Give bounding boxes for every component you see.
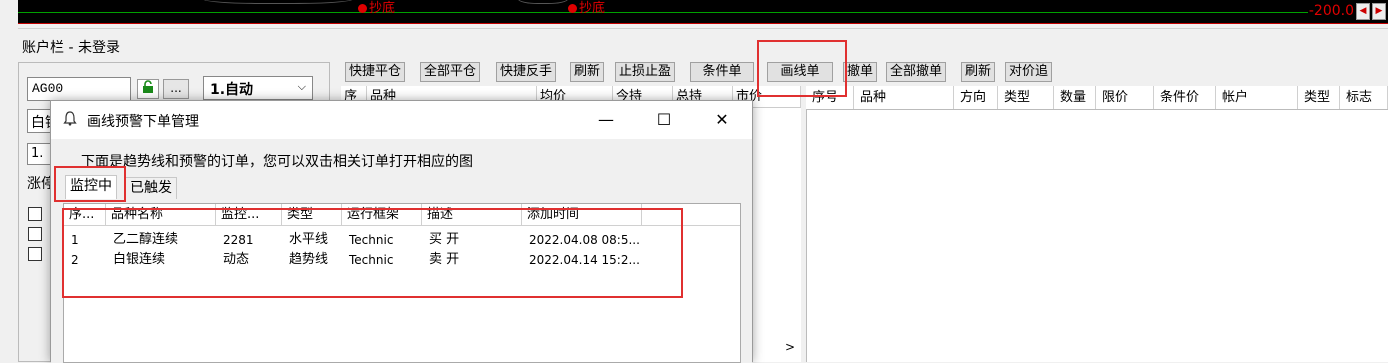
table-row[interactable]: 2 白银连续 动态 趋势线 Technic 卖 开 2022.04.14 15:…: [64, 250, 740, 270]
row-monitor-price: 动态: [223, 252, 250, 267]
option-checkbox[interactable]: [28, 207, 42, 221]
column-header[interactable]: 帐户: [1216, 86, 1298, 109]
column-header[interactable]: 描述: [422, 204, 522, 226]
tab-monitoring[interactable]: 监控中: [65, 175, 117, 199]
orders-table-header: 序号 品种 方向 类型 数量 限价 条件价 帐户 类型 标志: [806, 86, 1388, 110]
option-checkbox[interactable]: [28, 247, 42, 261]
bottom-signal-marker: 抄底: [358, 0, 395, 16]
alert-orders-header: 序... 品种名称 监控... 类型 运行框架 描述 添加时间: [64, 204, 740, 226]
scroll-right-button[interactable]: ▶: [1372, 3, 1386, 20]
minimize-icon[interactable]: —: [583, 107, 629, 133]
row-description: 买 开: [429, 232, 460, 247]
row-symbol: 白银连续: [113, 252, 166, 267]
table-row[interactable]: 1 乙二醇连续 2281 水平线 Technic 买 开 2022.04.08 …: [64, 230, 740, 250]
row-monitor-price: 2281: [223, 233, 254, 247]
alert-orders-table: 序... 品种名称 监控... 类型 运行框架 描述 添加时间 1 乙二醇连续 …: [63, 203, 741, 363]
row-symbol: 乙二醇连续: [113, 232, 179, 247]
row-added-time: 2022.04.14 15:2...: [529, 253, 640, 267]
row-index: 2: [71, 253, 79, 267]
scroll-left-button[interactable]: ◀: [1356, 3, 1370, 20]
account-status-label: 账户栏 - 未登录: [22, 40, 120, 56]
line-alert-order-dialog: 画线预警下单管理 — ☐ ✕ 下面是趋势线和预警的订单，您可以双击相关订单打开相…: [50, 100, 753, 363]
chart-strip: 抄底 抄底 -200.0 ◀ ▶: [18, 0, 1388, 24]
chase-price-button[interactable]: 对价追: [1005, 62, 1053, 82]
more-button[interactable]: ...: [163, 79, 189, 99]
refresh-orders-button[interactable]: 刷新: [961, 62, 996, 82]
dialog-hint-text: 下面是趋势线和预警的订单，您可以双击相关订单打开相应的图: [81, 154, 473, 170]
option-checkbox[interactable]: [28, 227, 42, 241]
column-header[interactable]: 限价: [1096, 86, 1154, 109]
order-mode-value: 1.自动: [210, 82, 254, 98]
line-order-button[interactable]: 画线单: [767, 62, 833, 82]
column-header[interactable]: 条件价: [1154, 86, 1216, 109]
symbol-code-input[interactable]: AG00: [27, 77, 131, 101]
row-type: 趋势线: [289, 252, 329, 267]
quick-close-button[interactable]: 快捷平仓: [345, 62, 406, 82]
column-header[interactable]: 品种: [854, 86, 954, 109]
dialog-title: 画线预警下单管理: [87, 114, 199, 130]
quick-reverse-button[interactable]: 快捷反手: [496, 62, 557, 82]
column-header[interactable]: 类型: [1298, 86, 1340, 109]
column-header[interactable]: 类型: [282, 204, 342, 226]
column-header[interactable]: 类型: [998, 86, 1054, 109]
dialog-titlebar[interactable]: 画线预警下单管理 — ☐ ✕: [51, 101, 752, 139]
maximize-icon[interactable]: ☐: [641, 107, 687, 133]
column-header[interactable]: 品种名称: [106, 204, 216, 226]
row-framework: Technic: [349, 253, 394, 267]
chart-bottom-line: [18, 23, 1388, 24]
bottom-signal-marker: 抄底: [568, 0, 605, 16]
close-all-button[interactable]: 全部平仓: [420, 62, 481, 82]
order-mode-select[interactable]: 1.自动 ⌵: [203, 76, 313, 100]
column-header[interactable]: 标志: [1340, 86, 1388, 109]
scroll-right-arrow[interactable]: >: [785, 340, 795, 354]
column-header[interactable]: 数量: [1054, 86, 1096, 109]
chart-curve: [518, 0, 568, 4]
chart-grid-line: [18, 12, 1308, 13]
orders-table-body: [806, 110, 1388, 362]
signal-dot-icon: [568, 4, 577, 13]
close-icon[interactable]: ✕: [699, 107, 745, 133]
column-header[interactable]: 方向: [954, 86, 998, 109]
tab-triggered[interactable]: 已触发: [125, 177, 177, 199]
chart-curve: [203, 0, 353, 4]
column-header[interactable]: 运行框架: [342, 204, 422, 226]
cancel-all-button[interactable]: 全部撤单: [886, 62, 947, 82]
cancel-order-button[interactable]: 撤单: [843, 62, 878, 82]
row-added-time: 2022.04.08 08:5...: [529, 233, 640, 247]
dialog-body: 下面是趋势线和预警的订单，您可以双击相关订单打开相应的图 监控中 已触发 序..…: [51, 139, 752, 363]
column-header[interactable]: 监控...: [216, 204, 282, 226]
conditional-order-button[interactable]: 条件单: [690, 62, 754, 82]
column-header[interactable]: 序...: [64, 204, 106, 226]
signal-dot-icon: [358, 4, 367, 13]
column-header[interactable]: 序号: [806, 86, 854, 109]
chevron-down-icon: ⌵: [297, 80, 306, 93]
lock-icon[interactable]: [137, 79, 159, 99]
row-description: 卖 开: [429, 252, 460, 267]
account-bar: 账户栏 - 未登录: [18, 28, 1388, 60]
bell-icon: [63, 111, 77, 130]
stop-loss-profit-button[interactable]: 止损止盈: [615, 62, 676, 82]
row-framework: Technic: [349, 233, 394, 247]
row-type: 水平线: [289, 232, 329, 247]
refresh-positions-button[interactable]: 刷新: [570, 62, 605, 82]
column-header[interactable]: 添加时间: [522, 204, 642, 226]
price-axis-label: -200.0: [1308, 3, 1354, 19]
row-index: 1: [71, 233, 79, 247]
